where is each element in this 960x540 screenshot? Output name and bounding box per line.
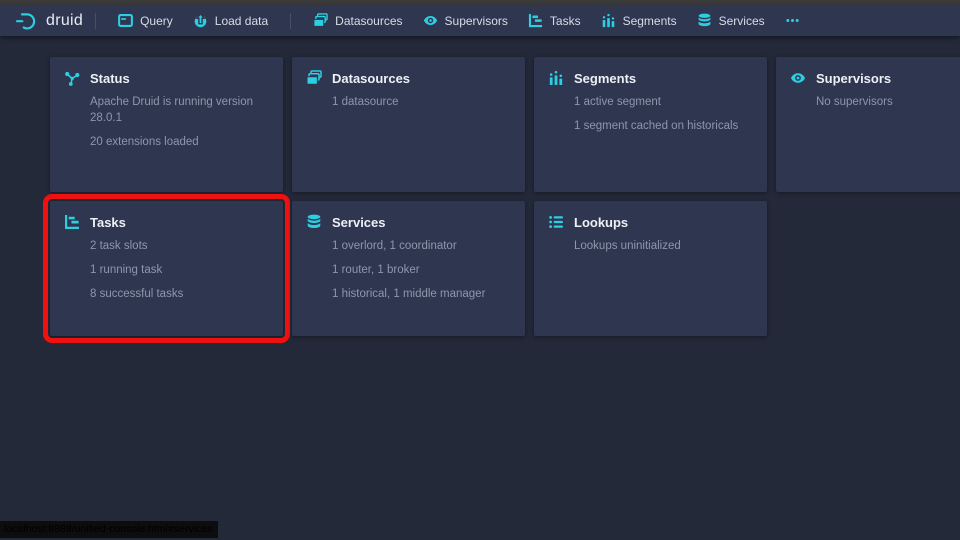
nav-item-label: Query xyxy=(140,14,173,28)
card-header: Status xyxy=(64,70,269,86)
card-stat-line: 1 segment cached on historicals xyxy=(574,119,753,135)
eye-icon xyxy=(423,13,438,28)
card-stat-line: 20 extensions loaded xyxy=(90,135,269,151)
card-title: Supervisors xyxy=(816,71,891,86)
database-icon xyxy=(306,214,322,230)
card-body: 1 datasource xyxy=(332,95,511,111)
druid-logo-icon xyxy=(14,10,39,32)
card-stat-line: No supervisors xyxy=(816,95,960,111)
card-header: Datasources xyxy=(306,70,511,86)
card-header: Services xyxy=(306,214,511,230)
graph-icon xyxy=(64,70,80,86)
nav-item-query[interactable]: Query xyxy=(108,5,183,36)
upload-icon xyxy=(193,13,208,28)
nav-item-label: Supervisors xyxy=(445,14,508,28)
card-stat-line: 1 router, 1 broker xyxy=(332,263,511,279)
card-supervisors[interactable]: Supervisors No supervisors xyxy=(776,57,960,192)
card-status[interactable]: Status Apache Druid is running version 2… xyxy=(50,57,283,192)
druid-logo-text: druid xyxy=(46,12,83,30)
nav-item-label: Load data xyxy=(215,14,268,28)
card-stat-line: 1 historical, 1 middle manager xyxy=(332,287,511,303)
card-header: Tasks xyxy=(64,214,269,230)
nav-item-label: Segments xyxy=(623,14,677,28)
card-title: Tasks xyxy=(90,215,126,230)
nav-item-tasks[interactable]: Tasks xyxy=(518,5,591,36)
timeline-bar-chart-icon xyxy=(548,70,564,86)
card-title: Lookups xyxy=(574,215,628,230)
card-title: Datasources xyxy=(332,71,410,86)
card-stat-line: 1 active segment xyxy=(574,95,753,111)
navbar-items: Query Load data Datasources Supervisors … xyxy=(83,5,810,36)
nav-item-label: Datasources xyxy=(335,14,402,28)
timeline-bar-chart-icon xyxy=(601,13,616,28)
card-stat-line: 1 datasource xyxy=(332,95,511,111)
card-lookups[interactable]: Lookups Lookups uninitialized xyxy=(534,201,767,336)
gantt-chart-icon xyxy=(64,214,80,230)
card-body: No supervisors xyxy=(816,95,960,111)
console-icon xyxy=(118,13,133,28)
nav-item-segments[interactable]: Segments xyxy=(591,5,687,36)
card-body: Apache Druid is running version 28.0.1 20… xyxy=(90,95,269,150)
card-stat-line: Apache Druid is running version 28.0.1 xyxy=(90,95,269,126)
eye-icon xyxy=(790,70,806,86)
card-services[interactable]: Services 1 overlord, 1 coordinator 1 rout… xyxy=(292,201,525,336)
card-header: Supervisors xyxy=(790,70,960,86)
card-stat-line: 2 task slots xyxy=(90,239,269,255)
home-cards-grid: Status Apache Druid is running version 2… xyxy=(0,36,960,336)
nav-item-load-data[interactable]: Load data xyxy=(183,5,278,36)
card-title: Status xyxy=(90,71,130,86)
card-stat-line: 1 running task xyxy=(90,263,269,279)
card-title: Segments xyxy=(574,71,636,86)
druid-logo[interactable]: druid xyxy=(14,10,83,32)
multi-select-icon xyxy=(313,13,328,28)
card-header: Segments xyxy=(548,70,753,86)
card-body: 2 task slots 1 running task 8 successful t… xyxy=(90,239,269,303)
nav-item-datasources[interactable]: Datasources xyxy=(303,5,412,36)
top-navbar: druid Query Load data Datasources Superv… xyxy=(0,5,960,36)
nav-item-supervisors[interactable]: Supervisors xyxy=(413,5,518,36)
card-header: Lookups xyxy=(548,214,753,230)
nav-item-label: Tasks xyxy=(550,14,581,28)
gantt-chart-icon xyxy=(528,13,543,28)
card-body: Lookups uninitialized xyxy=(574,239,753,255)
multi-select-icon xyxy=(306,70,322,86)
card-stat-line: 1 overlord, 1 coordinator xyxy=(332,239,511,255)
card-datasources[interactable]: Datasources 1 datasource xyxy=(292,57,525,192)
card-body: 1 active segment 1 segment cached on hist… xyxy=(574,95,753,135)
card-segments[interactable]: Segments 1 active segment 1 segment cache… xyxy=(534,57,767,192)
nav-item-label: Services xyxy=(719,14,765,28)
link-preview-statusbar: localhost:8888/unified-console.html#serv… xyxy=(0,521,218,538)
properties-icon xyxy=(548,214,564,230)
database-icon xyxy=(697,13,712,28)
card-body: 1 overlord, 1 coordinator 1 router, 1 bro… xyxy=(332,239,511,303)
more-icon xyxy=(785,13,800,28)
card-title: Services xyxy=(332,215,386,230)
card-stat-line: 8 successful tasks xyxy=(90,287,269,303)
navbar-divider xyxy=(95,13,96,29)
nav-item-services[interactable]: Services xyxy=(687,5,775,36)
nav-item-more-menu[interactable] xyxy=(775,5,810,36)
card-tasks[interactable]: Tasks 2 task slots 1 running task 8 succes… xyxy=(50,201,283,336)
card-stat-line: Lookups uninitialized xyxy=(574,239,753,255)
navbar-divider xyxy=(290,13,291,29)
